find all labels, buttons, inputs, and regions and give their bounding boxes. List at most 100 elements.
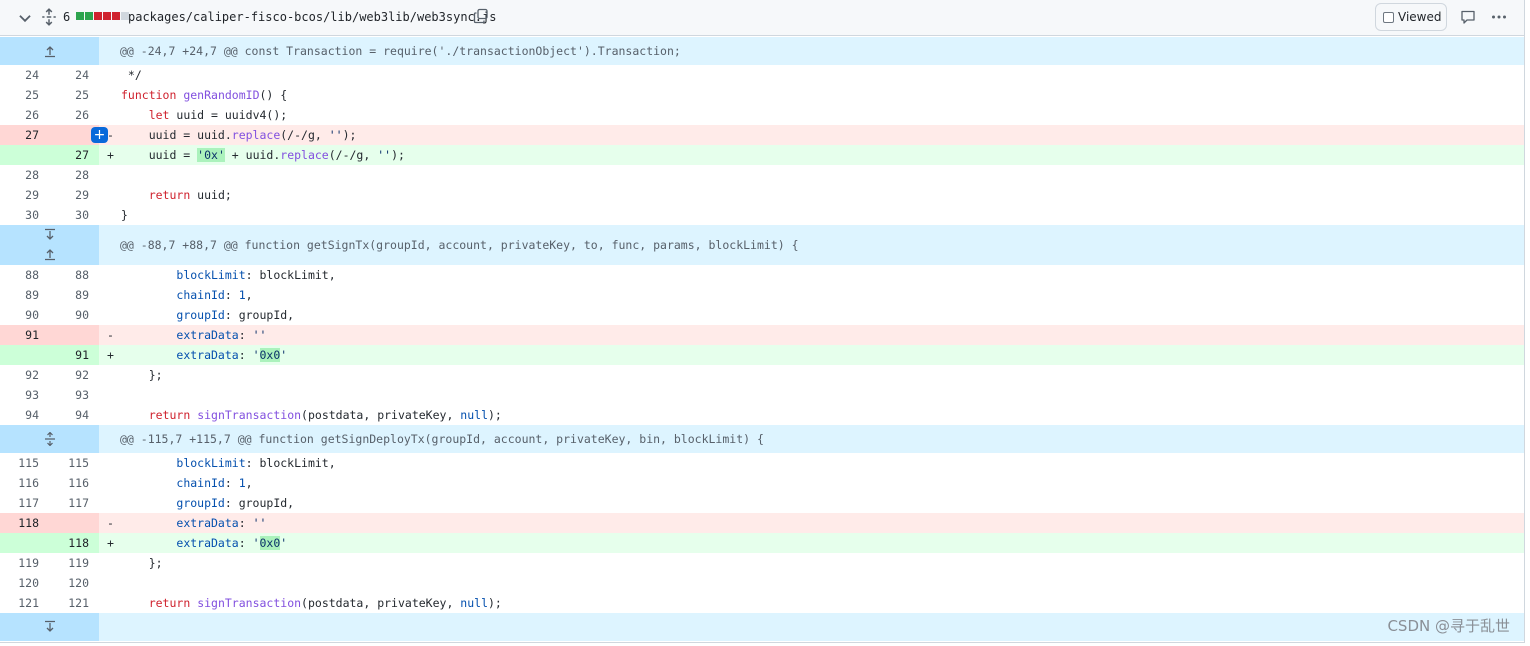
expand-up-icon[interactable] — [42, 44, 58, 58]
old-line-number[interactable]: 121 — [0, 593, 49, 613]
viewed-checkbox[interactable] — [1383, 11, 1394, 23]
old-line-number[interactable]: 28 — [0, 165, 49, 185]
old-line-number[interactable]: 90 — [0, 305, 49, 325]
new-line-number[interactable]: 117 — [49, 493, 99, 513]
old-line-number[interactable]: 27 — [0, 125, 49, 145]
diff-line: 92 92 }; — [0, 365, 1524, 385]
new-line-number[interactable]: 94 — [49, 405, 99, 425]
diff-line-added: 91 + extraData: '0x0' — [0, 345, 1524, 365]
new-line-number[interactable]: 92 — [49, 365, 99, 385]
diff-line: 119 119 }; — [0, 553, 1524, 573]
new-line-number[interactable]: 115 — [49, 453, 99, 473]
watermark: CSDN @寻于乱世 — [1387, 617, 1510, 635]
old-line-number[interactable]: 120 — [0, 573, 49, 593]
diff-line: 26 26 let uuid = uuidv4(); — [0, 105, 1524, 125]
new-line-number[interactable]: 24 — [49, 65, 99, 85]
new-line-number[interactable]: 93 — [49, 385, 99, 405]
diff-line: 116 116 chainId: 1, — [0, 473, 1524, 493]
line-code: chainId: 1, — [176, 288, 253, 302]
old-line-number[interactable]: 91 — [0, 325, 49, 345]
old-line-number[interactable] — [0, 145, 49, 165]
line-code: chainId: 1, — [176, 476, 253, 490]
old-line-number[interactable]: 88 — [0, 265, 49, 285]
hunk-footer-text — [99, 613, 1524, 641]
old-line-number[interactable]: 117 — [0, 493, 49, 513]
old-line-number[interactable]: 94 — [0, 405, 49, 425]
viewed-toggle[interactable]: Viewed — [1375, 3, 1447, 31]
line-code: - extraData: '' — [99, 325, 1524, 345]
viewed-label: Viewed — [1398, 10, 1442, 24]
new-line-number[interactable]: 30 — [49, 205, 99, 225]
new-line-number[interactable]: 116 — [49, 473, 99, 493]
diff-body: @@ -24,7 +24,7 @@ const Transaction = re… — [0, 37, 1524, 641]
old-line-number[interactable]: 93 — [0, 385, 49, 405]
new-line-number[interactable]: 121 — [49, 593, 99, 613]
new-line-number[interactable]: 90 — [49, 305, 99, 325]
chevron-down-icon[interactable] — [16, 9, 34, 27]
diff-line: 25 25 function genRandomID() { — [0, 85, 1524, 105]
diff-line-deleted: 27 - uuid = uuid.replace(/-/g, ''); + — [0, 125, 1524, 145]
old-line-number[interactable]: 29 — [0, 185, 49, 205]
old-line-number[interactable]: 116 — [0, 473, 49, 493]
diffstat-square — [76, 12, 84, 20]
old-line-number[interactable]: 118 — [0, 513, 49, 533]
line-code: groupId: groupId, — [176, 496, 295, 510]
diffstat-bar — [76, 12, 129, 20]
line-code: + uuid = '0x' + uuid.replace(/-/g, ''); — [99, 145, 1524, 165]
old-line-number[interactable]: 119 — [0, 553, 49, 573]
kebab-icon[interactable] — [1491, 9, 1507, 25]
line-code: return uuid; — [148, 188, 232, 202]
line-code: + extraData: '0x0' — [99, 345, 1524, 365]
line-code: - uuid = uuid.replace(/-/g, ''); — [99, 125, 1524, 145]
line-code: }; — [121, 368, 163, 382]
old-line-number[interactable] — [0, 533, 49, 553]
hunk-header-text: @@ -115,7 +115,7 @@ function getSignDepl… — [99, 425, 1524, 453]
diff-line-deleted: 91 - extraData: '' — [0, 325, 1524, 345]
expand-down-icon[interactable] — [42, 620, 58, 634]
old-line-number[interactable]: 25 — [0, 85, 49, 105]
diff-line: 29 29 return uuid; — [0, 185, 1524, 205]
new-line-number[interactable]: 28 — [49, 165, 99, 185]
old-line-number[interactable]: 115 — [0, 453, 49, 473]
hunk-header: @@ -24,7 +24,7 @@ const Transaction = re… — [0, 37, 1524, 65]
line-code: return signTransaction(postdata, private… — [148, 408, 502, 422]
diff-line: 88 88 blockLimit: blockLimit, — [0, 265, 1524, 285]
expand-up-icon[interactable] — [42, 247, 58, 261]
new-line-number[interactable]: 119 — [49, 553, 99, 573]
unfold-icon[interactable] — [42, 432, 58, 446]
old-line-number[interactable]: 30 — [0, 205, 49, 225]
new-line-number[interactable]: 88 — [49, 265, 99, 285]
diff-line: 121 121 return signTransaction(postdata, … — [0, 593, 1524, 613]
new-line-number[interactable]: 91 — [49, 345, 99, 365]
add-comment-button[interactable]: + — [91, 127, 108, 143]
change-count: 6 — [63, 10, 71, 24]
diff-line: 115 115 blockLimit: blockLimit, — [0, 453, 1524, 473]
file-path[interactable]: packages/caliper-fisco-bcos/lib/web3lib/… — [128, 10, 496, 24]
diff-line: 94 94 return signTransaction(postdata, pr… — [0, 405, 1524, 425]
hunk-footer — [0, 613, 1524, 641]
new-line-number[interactable]: 29 — [49, 185, 99, 205]
old-line-number[interactable]: 92 — [0, 365, 49, 385]
diffstat-square — [112, 12, 120, 20]
expand-down-icon[interactable] — [42, 228, 58, 242]
new-line-number[interactable]: 25 — [49, 85, 99, 105]
old-line-number[interactable] — [0, 345, 49, 365]
copy-icon[interactable] — [473, 8, 489, 24]
unfold-icon[interactable] — [40, 8, 58, 26]
new-line-number[interactable]: 27 — [49, 145, 99, 165]
old-line-number[interactable]: 24 — [0, 65, 49, 85]
old-line-number[interactable]: 89 — [0, 285, 49, 305]
comment-icon[interactable] — [1460, 9, 1476, 25]
new-line-number[interactable]: 26 — [49, 105, 99, 125]
line-code: } — [121, 208, 128, 222]
line-code: return signTransaction(postdata, private… — [148, 596, 502, 610]
diff-line: 90 90 groupId: groupId, — [0, 305, 1524, 325]
new-line-number[interactable]: 118 — [49, 533, 99, 553]
new-line-number[interactable] — [49, 513, 99, 533]
new-line-number[interactable]: 89 — [49, 285, 99, 305]
old-line-number[interactable]: 26 — [0, 105, 49, 125]
diff-line: 117 117 groupId: groupId, — [0, 493, 1524, 513]
new-line-number[interactable] — [49, 325, 99, 345]
new-line-number[interactable]: 120 — [49, 573, 99, 593]
